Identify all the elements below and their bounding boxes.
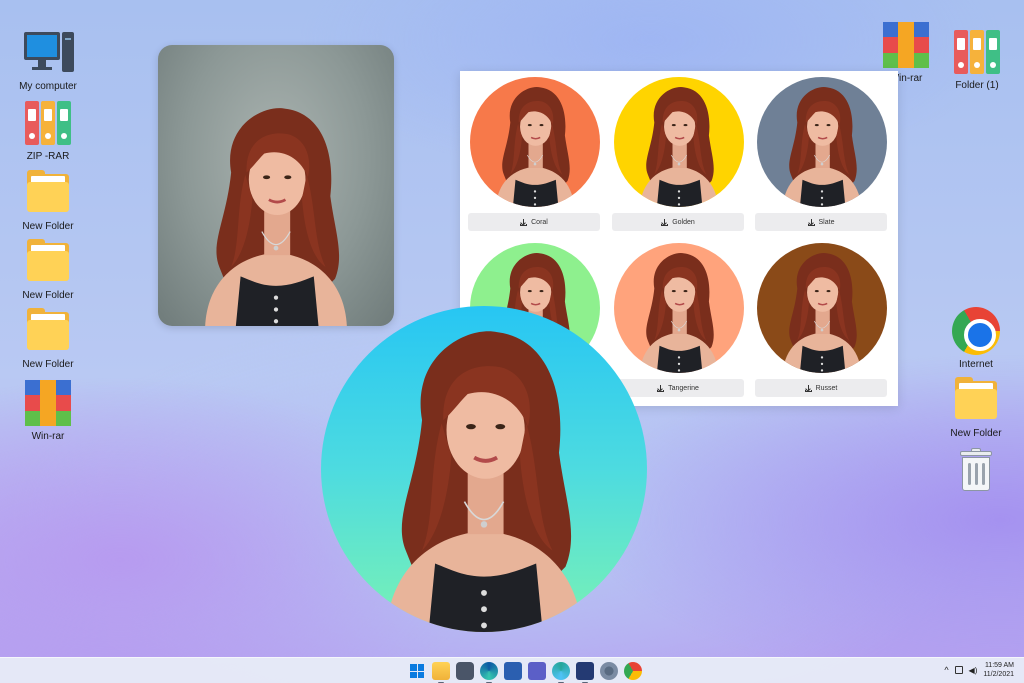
variant-label: Coral <box>531 218 548 226</box>
variant-label: Tangerine <box>668 384 699 392</box>
variant-card: Russet <box>755 243 889 397</box>
folder-icon <box>23 237 73 287</box>
start-icon[interactable] <box>408 662 426 680</box>
desktop-icon-new-folder-3[interactable]: New Folder <box>12 306 84 370</box>
download-coral-button[interactable]: Coral <box>468 213 600 231</box>
folder-icon <box>23 306 73 356</box>
app-icon[interactable] <box>576 662 594 683</box>
desktop-icon-label: Folder (1) <box>955 80 999 91</box>
variant-preview[interactable] <box>470 77 600 207</box>
edge-icon[interactable] <box>480 662 498 683</box>
desktop-icon-zip-rar[interactable]: ZIP -RAR <box>12 98 84 162</box>
portrait-image <box>614 77 744 207</box>
desktop-icon-recycle-bin[interactable] <box>940 446 1012 496</box>
desktop-icon-new-folder-2[interactable]: New Folder <box>12 237 84 301</box>
clock-date: 11/2/2021 <box>983 671 1014 678</box>
portrait-image <box>321 306 647 632</box>
winrar-icon <box>881 20 931 70</box>
download-icon <box>520 218 528 226</box>
desktop-icon-win-rar[interactable]: Win-rar <box>12 378 84 442</box>
desktop-icon-internet[interactable]: Internet <box>940 306 1012 370</box>
variant-preview[interactable] <box>614 77 744 207</box>
binders-icon <box>23 98 73 148</box>
desktop-icon-folder-1[interactable]: Folder (1) <box>941 27 1013 91</box>
desktop-icon-label: ZIP -RAR <box>26 151 70 162</box>
variant-label: Slate <box>818 218 835 226</box>
result-portrait-circle <box>321 306 647 632</box>
download-russet-button[interactable]: Russet <box>755 379 887 397</box>
chevron-up-icon[interactable]: ^ <box>944 665 948 675</box>
clock-time: 11:59 AM <box>984 662 1014 669</box>
desktop-icon-label: New Folder <box>950 428 1002 439</box>
variant-preview[interactable] <box>757 243 887 373</box>
winrar-icon <box>23 378 73 428</box>
desktop-icon-label: New Folder <box>22 359 74 370</box>
camera-icon[interactable] <box>456 662 474 680</box>
portrait-image <box>470 77 600 207</box>
desktop-icon-new-folder-right[interactable]: New Folder <box>940 375 1012 439</box>
desktop-icon-label: My computer <box>19 81 77 92</box>
download-slate-button[interactable]: Slate <box>755 213 887 231</box>
variant-preview[interactable] <box>757 77 887 207</box>
download-icon <box>657 384 665 392</box>
download-icon <box>661 218 669 226</box>
desktop-icon-label: New Folder <box>22 221 74 232</box>
network-icon[interactable] <box>954 666 963 674</box>
desktop-icon-my-computer[interactable]: My computer <box>12 28 84 92</box>
store-icon[interactable] <box>504 662 522 680</box>
variant-card: Golden <box>612 77 746 231</box>
portrait-image <box>203 106 349 326</box>
taskbar: ^ ◀) 11:59 AM 11/2/2021 <box>0 657 1024 683</box>
download-icon <box>807 218 815 226</box>
folder-icon <box>23 168 73 218</box>
desktop-icon-label: New Folder <box>22 290 74 301</box>
volume-icon[interactable]: ◀) <box>969 666 978 675</box>
variant-label: Golden <box>672 218 695 226</box>
variant-label: Russet <box>815 384 838 392</box>
settings-icon[interactable] <box>600 662 618 680</box>
teams-icon[interactable] <box>528 662 546 680</box>
paint-icon[interactable] <box>552 662 570 683</box>
desktop-icon-new-folder-1[interactable]: New Folder <box>12 168 84 232</box>
portrait-image <box>757 77 887 207</box>
binders-icon <box>952 27 1002 77</box>
system-tray: ^ ◀) 11:59 AM 11/2/2021 <box>944 661 1014 679</box>
download-golden-button[interactable]: Golden <box>612 213 744 231</box>
taskbar-apps <box>408 662 642 683</box>
download-icon <box>804 384 812 392</box>
folder-icon <box>951 375 1001 425</box>
original-photo <box>158 45 394 326</box>
desktop-icon-label: Internet <box>959 359 993 370</box>
desktop-icon-label: Win-rar <box>31 431 65 442</box>
variant-card: Coral <box>468 77 602 231</box>
file-explorer-icon[interactable] <box>432 662 450 683</box>
chrome-icon <box>951 306 1001 356</box>
chrome-icon[interactable] <box>624 662 642 680</box>
recycle-bin-icon <box>951 446 1001 496</box>
portrait-image <box>757 243 887 373</box>
variant-card: Slate <box>755 77 889 231</box>
clock[interactable]: 11:59 AM 11/2/2021 <box>983 661 1014 679</box>
computer-icon <box>23 28 74 78</box>
